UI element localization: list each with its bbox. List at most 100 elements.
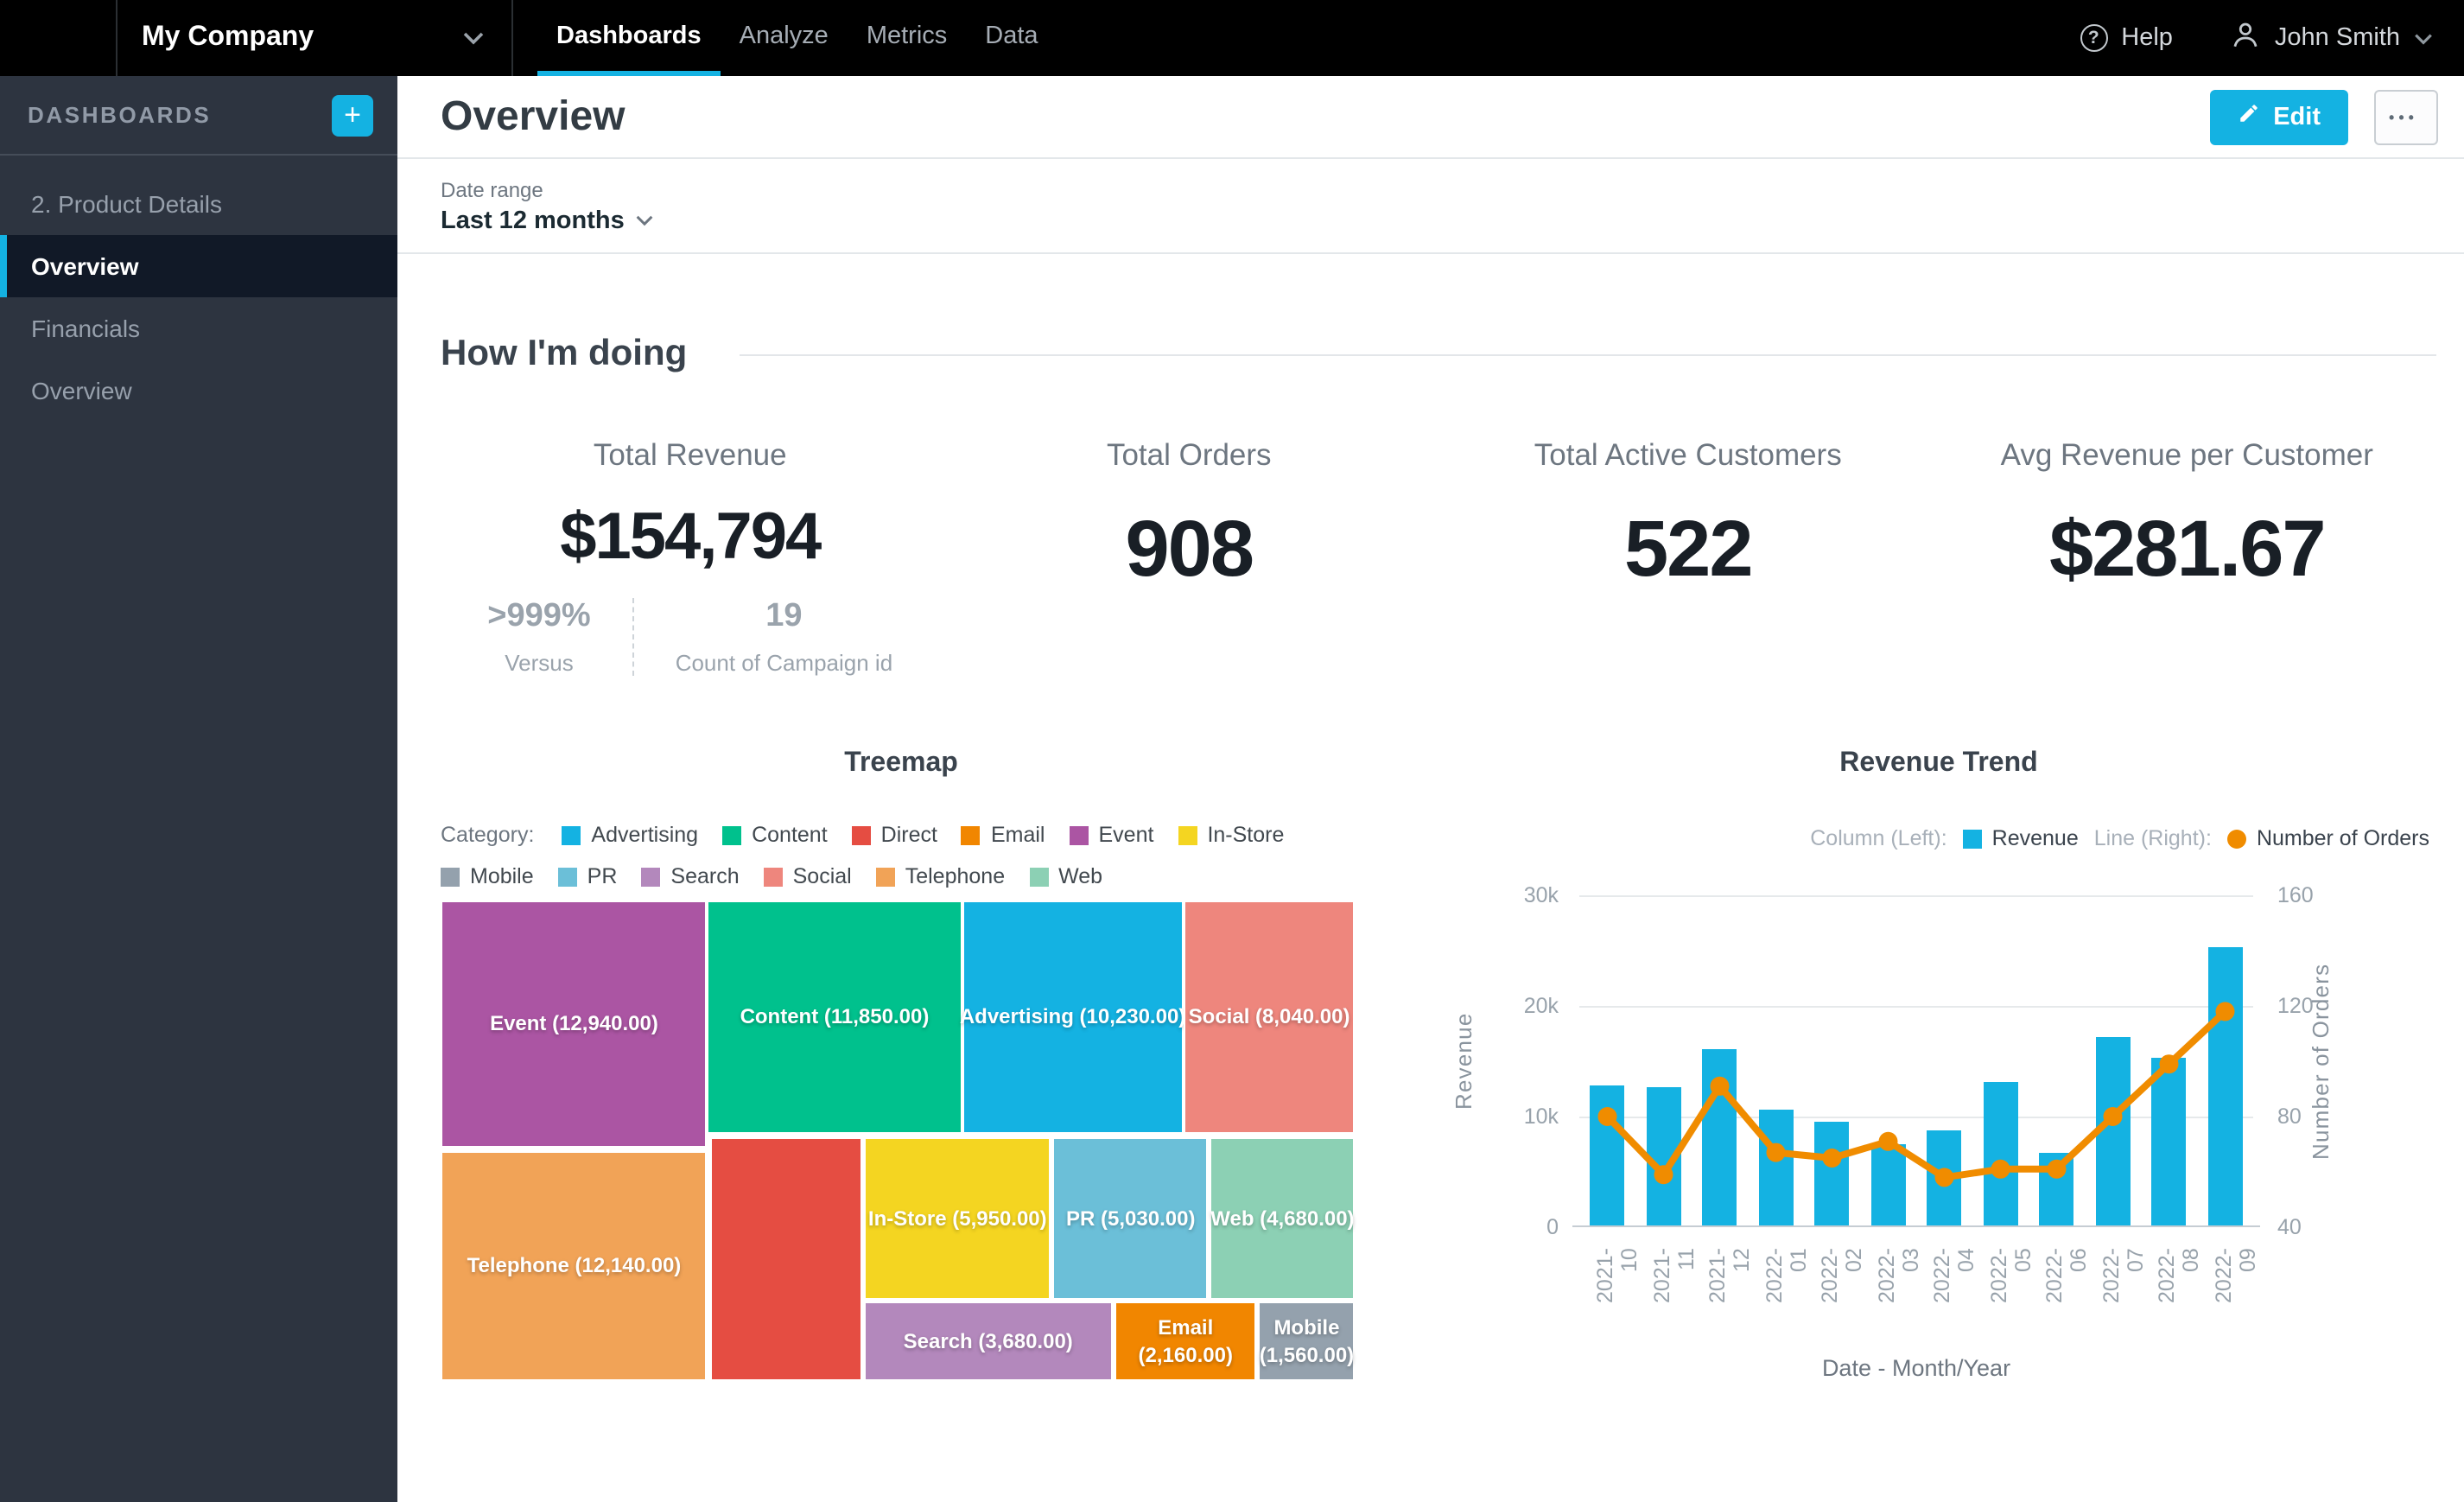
dashboard-list: 2. Product Details Overview Financials Over… — [0, 173, 397, 422]
chevron-down-icon — [463, 31, 484, 45]
treemap-tile-label: PR (5,030.00) — [1066, 1206, 1196, 1232]
legend-item-search[interactable]: Search — [641, 864, 740, 888]
line-point-2021-10[interactable] — [1597, 1107, 1617, 1126]
revenue-trend-title: Revenue Trend — [1839, 748, 2038, 778]
treemap-tile-content[interactable]: Content (11,850.00) — [707, 901, 962, 1134]
legend-swatch — [851, 825, 871, 844]
legend-item-social[interactable]: Social — [763, 864, 852, 888]
more-options-button[interactable]: ••• — [2374, 89, 2438, 144]
treemap-tile-label: Web (4,680.00) — [1210, 1206, 1355, 1232]
legend-item-label: Social — [792, 864, 852, 888]
edit-label: Edit — [2273, 103, 2321, 130]
pencil-icon — [2237, 102, 2259, 131]
legend-item-telephone[interactable]: Telephone — [875, 864, 1005, 888]
treemap-tile-telephone[interactable]: Telephone (12,140.00) — [441, 1151, 708, 1381]
kpi-title: Avg Revenue per Customer — [2000, 437, 2373, 472]
kpi-total-active-customers: Total Active Customers 522 — [1438, 437, 1938, 676]
legend-item-advertising[interactable]: Advertising — [562, 823, 698, 847]
treemap-tile-advertising[interactable]: Advertising (10,230.00) — [960, 901, 1185, 1134]
edit-button[interactable]: Edit — [2209, 89, 2348, 144]
line-point-2022-01[interactable] — [1766, 1142, 1786, 1162]
treemap-tile-mobile[interactable]: Mobile (1,560.00) — [1258, 1302, 1355, 1381]
legend-item-label: In-Store — [1207, 823, 1285, 847]
add-dashboard-button[interactable]: + — [332, 94, 373, 136]
treemap-tile-web[interactable]: Web (4,680.00) — [1210, 1137, 1355, 1300]
legend-item-revenue[interactable]: Revenue — [1962, 826, 2079, 850]
treemap-tile-search[interactable]: Search (3,680.00) — [863, 1302, 1113, 1381]
nav-right: ? Help John Smith — [2080, 0, 2464, 76]
page-title: Overview — [441, 92, 626, 139]
line-point-2022-02[interactable] — [1822, 1149, 1842, 1168]
legend-item-in-store[interactable]: In-Store — [1178, 823, 1284, 847]
treemap-chart: Event (12,940.00) Content (11,850.00) Adve… — [441, 901, 1355, 1381]
line-point-2021-11[interactable] — [1654, 1165, 1673, 1185]
nav-tab-metrics[interactable]: Metrics — [848, 0, 966, 76]
treemap-tile-social[interactable]: Social (8,040.00) — [1184, 901, 1355, 1134]
line-point-2022-04[interactable] — [1934, 1168, 1954, 1187]
page-header: Overview Edit ••• — [397, 76, 2464, 159]
treemap-tile-in-store[interactable]: In-Store (5,950.00) — [863, 1137, 1051, 1300]
sidebar-item-financials[interactable]: Financials — [0, 297, 397, 360]
kpi-value: 908 — [1125, 503, 1254, 593]
legend-item-email[interactable]: Email — [961, 823, 1045, 847]
legend-item-number-of-orders[interactable]: Number of Orders — [2226, 826, 2429, 850]
nav-tab-data[interactable]: Data — [966, 0, 1057, 76]
treemap-tile-email[interactable]: Email (2,160.00) — [1114, 1302, 1257, 1381]
x-axis-label: Date - Month/Year — [1821, 1355, 2011, 1381]
date-range-label: Date range — [441, 177, 543, 201]
legend-item-mobile[interactable]: Mobile — [441, 864, 534, 888]
nav-tabs: Dashboards Analyze Metrics Data — [537, 0, 1057, 76]
legend-item-web[interactable]: Web — [1029, 864, 1102, 888]
legend-item-label: Content — [752, 823, 828, 847]
treemap-tile-direct[interactable] — [710, 1137, 862, 1381]
circle-marker-icon — [2226, 829, 2246, 848]
user-menu[interactable]: John Smith — [2232, 20, 2433, 56]
kpi-title: Total Revenue — [593, 437, 787, 472]
legend-item-content[interactable]: Content — [722, 823, 828, 847]
legend-item-label: Revenue — [1991, 826, 2079, 850]
legend-swatch — [562, 825, 581, 844]
legend-swatch — [722, 825, 742, 844]
line-point-2022-06[interactable] — [2047, 1159, 2067, 1179]
line-point-2022-09[interactable] — [2215, 1002, 2235, 1021]
date-range-filter[interactable]: Date range Last 12 months — [441, 177, 654, 234]
line-point-2022-08[interactable] — [2159, 1054, 2179, 1074]
legend-swatch — [875, 867, 895, 886]
legend-swatch — [557, 867, 577, 886]
kpi-row: Total Revenue $154,794 >999% Versus 19 Count … — [441, 437, 2436, 676]
legend-item-direct[interactable]: Direct — [851, 823, 937, 847]
treemap-tile-label: In-Store (5,950.00) — [867, 1206, 1047, 1232]
legend-item-pr[interactable]: PR — [557, 864, 617, 888]
sidebar: DASHBOARDS + 2. Product Details Overview F… — [0, 76, 397, 1502]
legend-swatch — [1069, 825, 1089, 844]
revenue-trend-widget: Revenue Trend Column (Left): Revenue Line … — [1441, 748, 2436, 1414]
chevron-down-icon — [2414, 32, 2433, 44]
x-axis-tick: 2022-06 — [2042, 1248, 2092, 1303]
help-icon: ? — [2080, 24, 2108, 52]
filter-bar: Date range Last 12 months — [397, 159, 2464, 254]
nav-tab-analyze[interactable]: Analyze — [721, 0, 848, 76]
right-axis-title: Number of Orders — [2308, 963, 2334, 1160]
sidebar-item-overview[interactable]: Overview — [0, 360, 397, 422]
legend-item-label: Email — [990, 823, 1045, 847]
x-axis-tick: 2022-08 — [2155, 1248, 2204, 1303]
legend-swatch — [641, 867, 661, 886]
x-axis-tick: 2021-10 — [1593, 1248, 1642, 1303]
kpi-secondary: >999% Versus 19 Count of Campaign id — [441, 598, 940, 676]
treemap-tile-pr[interactable]: PR (5,030.00) — [1052, 1137, 1209, 1300]
workspace-picker[interactable]: My Company — [117, 0, 513, 76]
treemap-tile-event[interactable]: Event (12,940.00) — [441, 901, 708, 1149]
line-point-2022-05[interactable] — [1991, 1159, 2010, 1179]
revenue-trend-chart: 0 40 10k 80 20k 120 30k 160 2021-10 2021-11 2021-1… — [1441, 883, 2436, 1414]
line-point-2022-03[interactable] — [1878, 1131, 1898, 1151]
nav-tab-dashboards[interactable]: Dashboards — [537, 0, 721, 76]
line-point-2022-07[interactable] — [2103, 1107, 2123, 1126]
main-content: Overview Edit ••• Date range Last 12 mon… — [397, 76, 2464, 1502]
legend-item-event[interactable]: Event — [1069, 823, 1153, 847]
legend-item-label: Number of Orders — [2256, 826, 2429, 850]
line-point-2021-12[interactable] — [1710, 1076, 1730, 1096]
help-button[interactable]: ? Help — [2080, 24, 2173, 52]
sidebar-item-2-product-details[interactable]: 2. Product Details — [0, 173, 397, 235]
sidebar-item-overview[interactable]: Overview — [0, 235, 397, 297]
x-axis-tick: 2022-07 — [2099, 1248, 2148, 1303]
